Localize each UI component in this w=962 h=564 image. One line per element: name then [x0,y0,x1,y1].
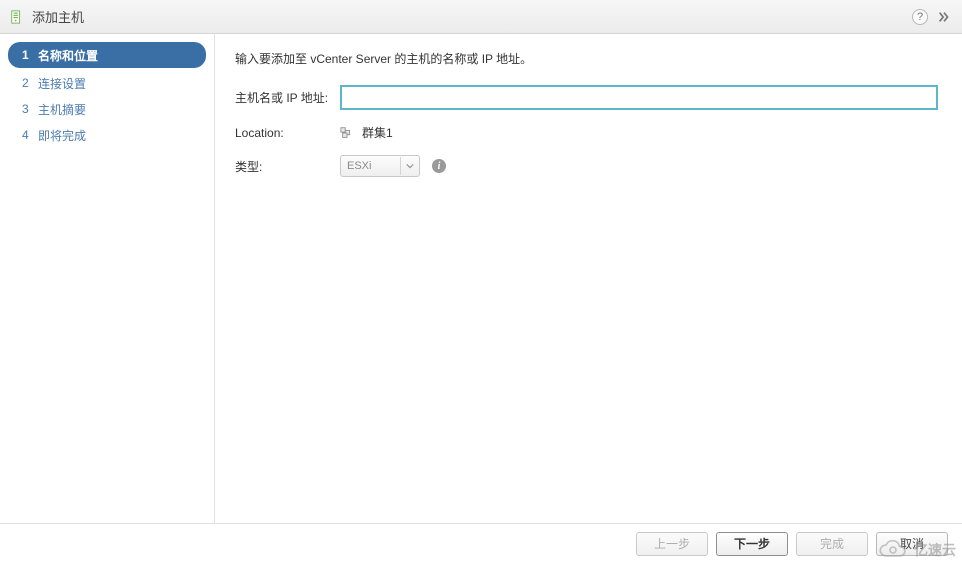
hostname-input[interactable] [340,85,938,110]
wizard-footer: 上一步 下一步 完成 取消 [0,523,962,563]
host-icon [10,10,24,24]
instruction-text: 输入要添加至 vCenter Server 的主机的名称或 IP 地址。 [235,50,942,67]
step-number: 4 [22,128,38,142]
step-number: 1 [22,48,38,62]
titlebar: 添加主机 ? [0,0,962,34]
help-icon[interactable]: ? [912,9,928,25]
step-connection-settings[interactable]: 2 连接设置 [0,70,214,96]
step-label: 主机摘要 [38,101,86,118]
step-label: 名称和位置 [38,47,98,64]
step-host-summary[interactable]: 3 主机摘要 [0,96,214,122]
back-button: 上一步 [636,532,708,556]
wizard-content: 输入要添加至 vCenter Server 的主机的名称或 IP 地址。 主机名… [215,34,962,523]
cluster-icon [340,126,354,140]
location-label: Location: [235,126,340,140]
wizard-sidebar: 1 名称和位置 2 连接设置 3 主机摘要 4 即将完成 [0,34,215,523]
location-row: Location: 群集1 [235,124,942,141]
dialog-title: 添加主机 [32,7,84,26]
step-label: 连接设置 [38,75,86,92]
type-select[interactable]: ESXi [340,155,420,177]
chevron-down-icon [400,157,418,175]
type-row: 类型: ESXi i [235,155,942,177]
hostname-row: 主机名或 IP 地址: [235,85,942,110]
step-ready-complete[interactable]: 4 即将完成 [0,122,214,148]
step-number: 2 [22,76,38,90]
location-value: 群集1 [362,124,393,141]
hostname-label: 主机名或 IP 地址: [235,89,340,106]
step-label: 即将完成 [38,127,86,144]
popout-icon[interactable] [936,9,952,25]
cancel-button[interactable]: 取消 [876,532,948,556]
finish-button: 完成 [796,532,868,556]
type-label: 类型: [235,158,340,175]
type-value: ESXi [347,160,371,172]
info-icon[interactable]: i [432,159,446,173]
step-name-location[interactable]: 1 名称和位置 [8,42,206,68]
step-number: 3 [22,102,38,116]
next-button[interactable]: 下一步 [716,532,788,556]
